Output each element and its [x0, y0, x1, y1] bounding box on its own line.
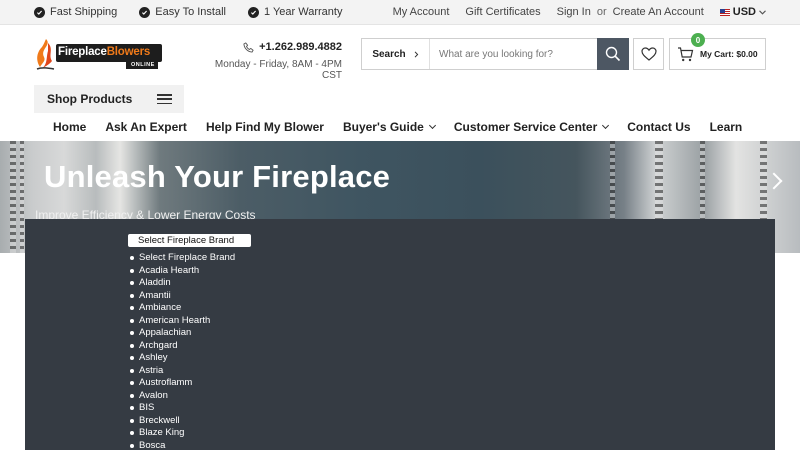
search-scope-dropdown[interactable]: Search — [362, 39, 430, 69]
brand-option[interactable]: Ashley — [130, 352, 235, 365]
nav-label: Help Find My Blower — [205, 120, 324, 134]
nav-contact-us[interactable]: Contact Us — [627, 120, 690, 134]
brand-option[interactable]: Astria — [130, 365, 235, 378]
hamburger-icon — [157, 94, 172, 104]
check-circle-icon — [139, 6, 151, 18]
perks-list: Fast Shipping Easy To Install 1 Year War… — [34, 6, 342, 18]
perk-easy-install: Easy To Install — [139, 6, 226, 18]
wishlist-button[interactable] — [633, 38, 664, 70]
brand-option[interactable]: Austroflamm — [130, 377, 235, 390]
brand-option[interactable]: Aladdin — [130, 277, 235, 290]
brand-options-list: Select Fireplace Brand Acadia Hearth Ala… — [130, 252, 235, 450]
logo-wordmark: FireplaceBlowers — [58, 46, 150, 58]
nav-home[interactable]: Home — [53, 120, 86, 134]
hero-tree-decoration — [10, 141, 16, 253]
shop-products-menu-button[interactable]: Shop Products — [34, 85, 184, 113]
currency-label: USD — [732, 6, 756, 18]
logo-tagline: ONLINE — [131, 62, 155, 68]
nav-help-find-my-blower[interactable]: Help Find My Blower — [206, 120, 324, 134]
brand-option[interactable]: American Hearth — [130, 315, 235, 328]
check-circle-icon — [34, 6, 45, 18]
hero-tree-decoration — [20, 141, 24, 253]
cart-button[interactable]: 0 My Cart: $0.00 — [669, 33, 766, 70]
account-links: My Account Gift Certificates Sign In or … — [393, 6, 766, 18]
currency-selector[interactable]: USD — [719, 6, 766, 18]
shop-products-label: Shop Products — [47, 92, 133, 106]
nav-label: Learn — [709, 120, 743, 134]
brand-option[interactable]: Select Fireplace Brand — [130, 252, 235, 265]
perk-warranty: 1 Year Warranty — [248, 6, 342, 18]
heart-icon — [640, 47, 657, 61]
phone-number-text: +1.262.989.4882 — [259, 41, 342, 53]
search-scope-label: Search — [372, 48, 406, 60]
nav-label: Home — [53, 120, 87, 134]
nav-customer-service-center[interactable]: Customer Service Center — [453, 120, 610, 134]
gift-certificates-link[interactable]: Gift Certificates — [465, 6, 540, 18]
chevron-down-icon — [602, 121, 610, 130]
contact-info: +1.262.989.4882 Monday - Friday, 8AM - 4… — [202, 41, 342, 81]
brand-option[interactable]: Bosca — [130, 440, 235, 450]
nav-label: Customer Service Center — [453, 120, 598, 134]
perk-label: 1 Year Warranty — [264, 6, 343, 18]
search-bar: Search — [361, 38, 629, 70]
nav-label: Contact Us — [627, 120, 691, 134]
business-hours: Monday - Friday, 8AM - 4PM CST — [214, 59, 342, 81]
hero-title: Unleash Your Fireplace — [44, 159, 391, 194]
chevron-down-icon — [428, 121, 436, 130]
main-nav: Home Ask An Expert Help Find My Blower B… — [53, 120, 742, 134]
perk-label: Easy To Install — [155, 6, 226, 18]
brand-option[interactable]: Breckwell — [130, 415, 235, 428]
brand-option[interactable]: Amantii — [130, 290, 235, 303]
brand-option[interactable]: Blaze King — [130, 427, 235, 440]
perk-label: Fast Shipping — [50, 6, 118, 18]
nav-buyers-guide[interactable]: Buyer's Guide — [342, 120, 436, 134]
or-separator: or — [596, 6, 607, 18]
nav-learn[interactable]: Learn — [710, 120, 743, 134]
sign-in-link[interactable]: Sign In — [557, 6, 591, 18]
nav-label: Ask An Expert — [105, 120, 187, 134]
search-icon — [605, 46, 621, 62]
create-account-link[interactable]: Create An Account — [613, 6, 704, 18]
check-circle-icon — [248, 6, 259, 18]
carousel-next-arrow[interactable] — [765, 172, 783, 190]
brand-option[interactable]: Archgard — [130, 340, 235, 353]
brand-option[interactable]: Acadia Hearth — [130, 265, 235, 278]
brand-option[interactable]: Appalachian — [130, 327, 235, 340]
brand-select-dropdown[interactable]: Select Fireplace Brand — [128, 234, 251, 247]
nav-ask-an-expert[interactable]: Ask An Expert — [105, 120, 187, 134]
brand-option[interactable]: BIS — [130, 402, 235, 415]
brand-option[interactable]: Ambiance — [130, 302, 235, 315]
cart-total-label: My Cart: $0.00 — [700, 49, 758, 59]
search-input[interactable] — [430, 39, 597, 69]
cart-count-badge: 0 — [691, 33, 705, 47]
logo-word-fireplace: Fireplace — [58, 46, 107, 58]
chevron-right-icon — [414, 50, 418, 58]
nav-label: Buyer's Guide — [342, 120, 424, 134]
brand-finder-panel: Select Fireplace Brand Select Fireplace … — [25, 219, 775, 450]
cart-icon — [678, 46, 694, 61]
my-account-link[interactable]: My Account — [393, 6, 450, 18]
search-button[interactable] — [597, 38, 629, 70]
site-logo[interactable]: FireplaceBlowers ONLINE — [34, 37, 164, 71]
top-bar: Fast Shipping Easy To Install 1 Year War… — [0, 0, 800, 25]
us-flag-icon — [719, 8, 730, 16]
phone-icon — [243, 41, 254, 53]
chevron-down-icon — [759, 9, 766, 15]
phone-number[interactable]: +1.262.989.4882 — [202, 41, 342, 53]
logo-word-blowers: Blowers — [106, 46, 151, 58]
brand-option[interactable]: Avalon — [130, 390, 235, 403]
perk-fast-shipping: Fast Shipping — [34, 6, 117, 18]
